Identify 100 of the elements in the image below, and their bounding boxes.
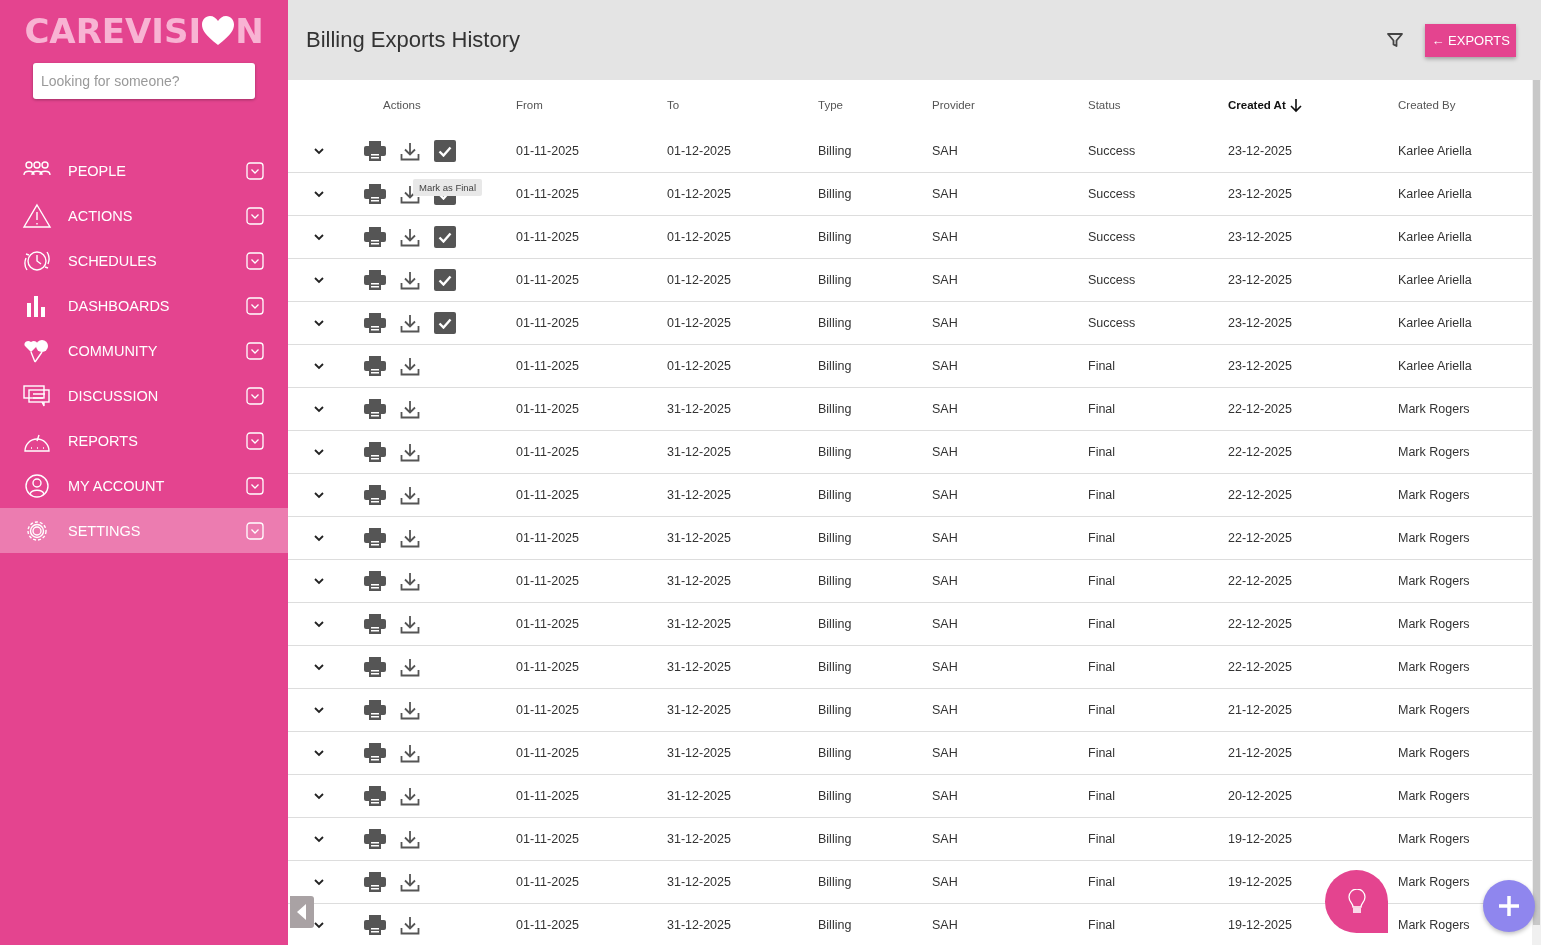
checkbox[interactable] [434, 269, 456, 291]
sidebar-item[interactable]: MY ACCOUNT [0, 463, 288, 508]
printer-icon[interactable] [364, 227, 386, 247]
download-icon[interactable] [400, 614, 420, 634]
caret-icon[interactable] [313, 405, 325, 413]
caret-icon[interactable] [313, 491, 325, 499]
download-icon[interactable] [400, 700, 420, 720]
column-header[interactable]: Provider [932, 99, 975, 111]
column-header[interactable]: Type [818, 99, 843, 111]
sidebar-item[interactable]: DASHBOARDS [0, 283, 288, 328]
add-button[interactable] [1483, 880, 1535, 932]
caret-icon[interactable] [313, 663, 325, 671]
download-icon[interactable] [400, 657, 420, 677]
caret-icon[interactable] [313, 921, 325, 929]
download-icon[interactable] [400, 227, 420, 247]
sort-arrow-icon[interactable] [1288, 97, 1303, 113]
caret-icon[interactable] [313, 620, 325, 628]
printer-icon[interactable] [364, 614, 386, 634]
caret-icon[interactable] [313, 706, 325, 714]
scrollbar[interactable] [1532, 80, 1541, 945]
table-cell-text: SAH [931, 746, 959, 760]
download-icon[interactable] [400, 915, 420, 935]
checkbox[interactable] [434, 312, 456, 334]
chevron-icon[interactable] [246, 341, 264, 360]
column-header[interactable]: Status [1088, 99, 1121, 111]
caret-icon[interactable] [313, 319, 325, 327]
download-icon[interactable] [400, 786, 420, 806]
printer-icon[interactable] [364, 657, 386, 677]
download-icon[interactable] [400, 743, 420, 763]
download-icon[interactable] [400, 829, 420, 849]
checkbox[interactable] [434, 140, 456, 162]
printer-icon[interactable] [364, 872, 386, 892]
printer-icon[interactable] [364, 786, 386, 806]
column-header[interactable]: From [516, 99, 543, 111]
table-cell-text: Billing [817, 402, 853, 416]
chevron-icon[interactable] [246, 431, 264, 450]
sidebar-item[interactable]: SCHEDULES [0, 238, 288, 283]
caret-icon[interactable] [313, 878, 325, 886]
table-cell-text: 23-12-2025 [1227, 230, 1293, 244]
caret-icon[interactable] [313, 147, 325, 155]
download-icon[interactable] [400, 571, 420, 591]
chevron-icon[interactable] [246, 386, 264, 405]
chevron-icon[interactable] [246, 161, 264, 180]
printer-icon[interactable] [364, 743, 386, 763]
printer-icon[interactable] [364, 442, 386, 462]
download-icon[interactable] [400, 485, 420, 505]
checkbox[interactable] [434, 226, 456, 248]
printer-icon[interactable] [364, 184, 386, 204]
chevron-icon[interactable] [246, 206, 264, 225]
column-header[interactable]: To [667, 99, 680, 111]
sidebar-item[interactable]: DISCUSSION [0, 373, 288, 418]
printer-icon[interactable] [364, 528, 386, 548]
download-icon[interactable] [400, 528, 420, 548]
sidebar-item[interactable]: REPORTS [0, 418, 288, 463]
sidebar-item[interactable]: ACTIONS [0, 193, 288, 238]
printer-icon[interactable] [364, 915, 386, 935]
caret-icon[interactable] [313, 534, 325, 542]
column-header[interactable]: Created At [1228, 99, 1286, 111]
column-header[interactable]: Actions [383, 99, 421, 111]
printer-icon[interactable] [364, 700, 386, 720]
table-cell-text: 31-12-2025 [666, 574, 732, 588]
caret-icon[interactable] [313, 362, 325, 370]
caret-icon[interactable] [313, 577, 325, 585]
printer-icon[interactable] [364, 270, 386, 290]
chevron-icon[interactable] [246, 521, 264, 540]
download-icon[interactable] [400, 184, 420, 204]
printer-icon[interactable] [364, 571, 386, 591]
heart-icon [202, 16, 235, 46]
sidebar-item[interactable]: PEOPLE [0, 148, 288, 193]
caret-icon[interactable] [313, 835, 325, 843]
chevron-icon[interactable] [246, 296, 264, 315]
printer-icon[interactable] [364, 485, 386, 505]
printer-icon[interactable] [364, 399, 386, 419]
caret-icon[interactable] [313, 233, 325, 241]
exports-button[interactable]: ← EXPORTS [1425, 23, 1516, 57]
filter-icon[interactable] [1387, 32, 1404, 48]
printer-icon[interactable] [364, 829, 386, 849]
column-header[interactable]: Created By [1398, 99, 1456, 111]
download-icon[interactable] [400, 442, 420, 462]
table-cell-text: 01-12-2025 [666, 187, 732, 201]
download-icon[interactable] [400, 872, 420, 892]
search-field[interactable]: Looking for someone? [33, 63, 255, 99]
download-icon[interactable] [400, 399, 420, 419]
download-icon[interactable] [400, 270, 420, 290]
caret-icon[interactable] [313, 749, 325, 757]
caret-icon[interactable] [313, 276, 325, 284]
caret-icon[interactable] [313, 792, 325, 800]
download-icon[interactable] [400, 141, 420, 161]
table-cell-text: Mark Rogers [1397, 402, 1471, 416]
sidebar-item[interactable]: COMMUNITY [0, 328, 288, 373]
download-icon[interactable] [400, 356, 420, 376]
chevron-icon[interactable] [246, 476, 264, 495]
printer-icon[interactable] [364, 141, 386, 161]
printer-icon[interactable] [364, 313, 386, 333]
caret-icon[interactable] [313, 448, 325, 456]
sidebar-item[interactable]: SETTINGS [0, 508, 288, 553]
caret-icon[interactable] [313, 190, 325, 198]
chevron-icon[interactable] [246, 251, 264, 270]
download-icon[interactable] [400, 313, 420, 333]
printer-icon[interactable] [364, 356, 386, 376]
